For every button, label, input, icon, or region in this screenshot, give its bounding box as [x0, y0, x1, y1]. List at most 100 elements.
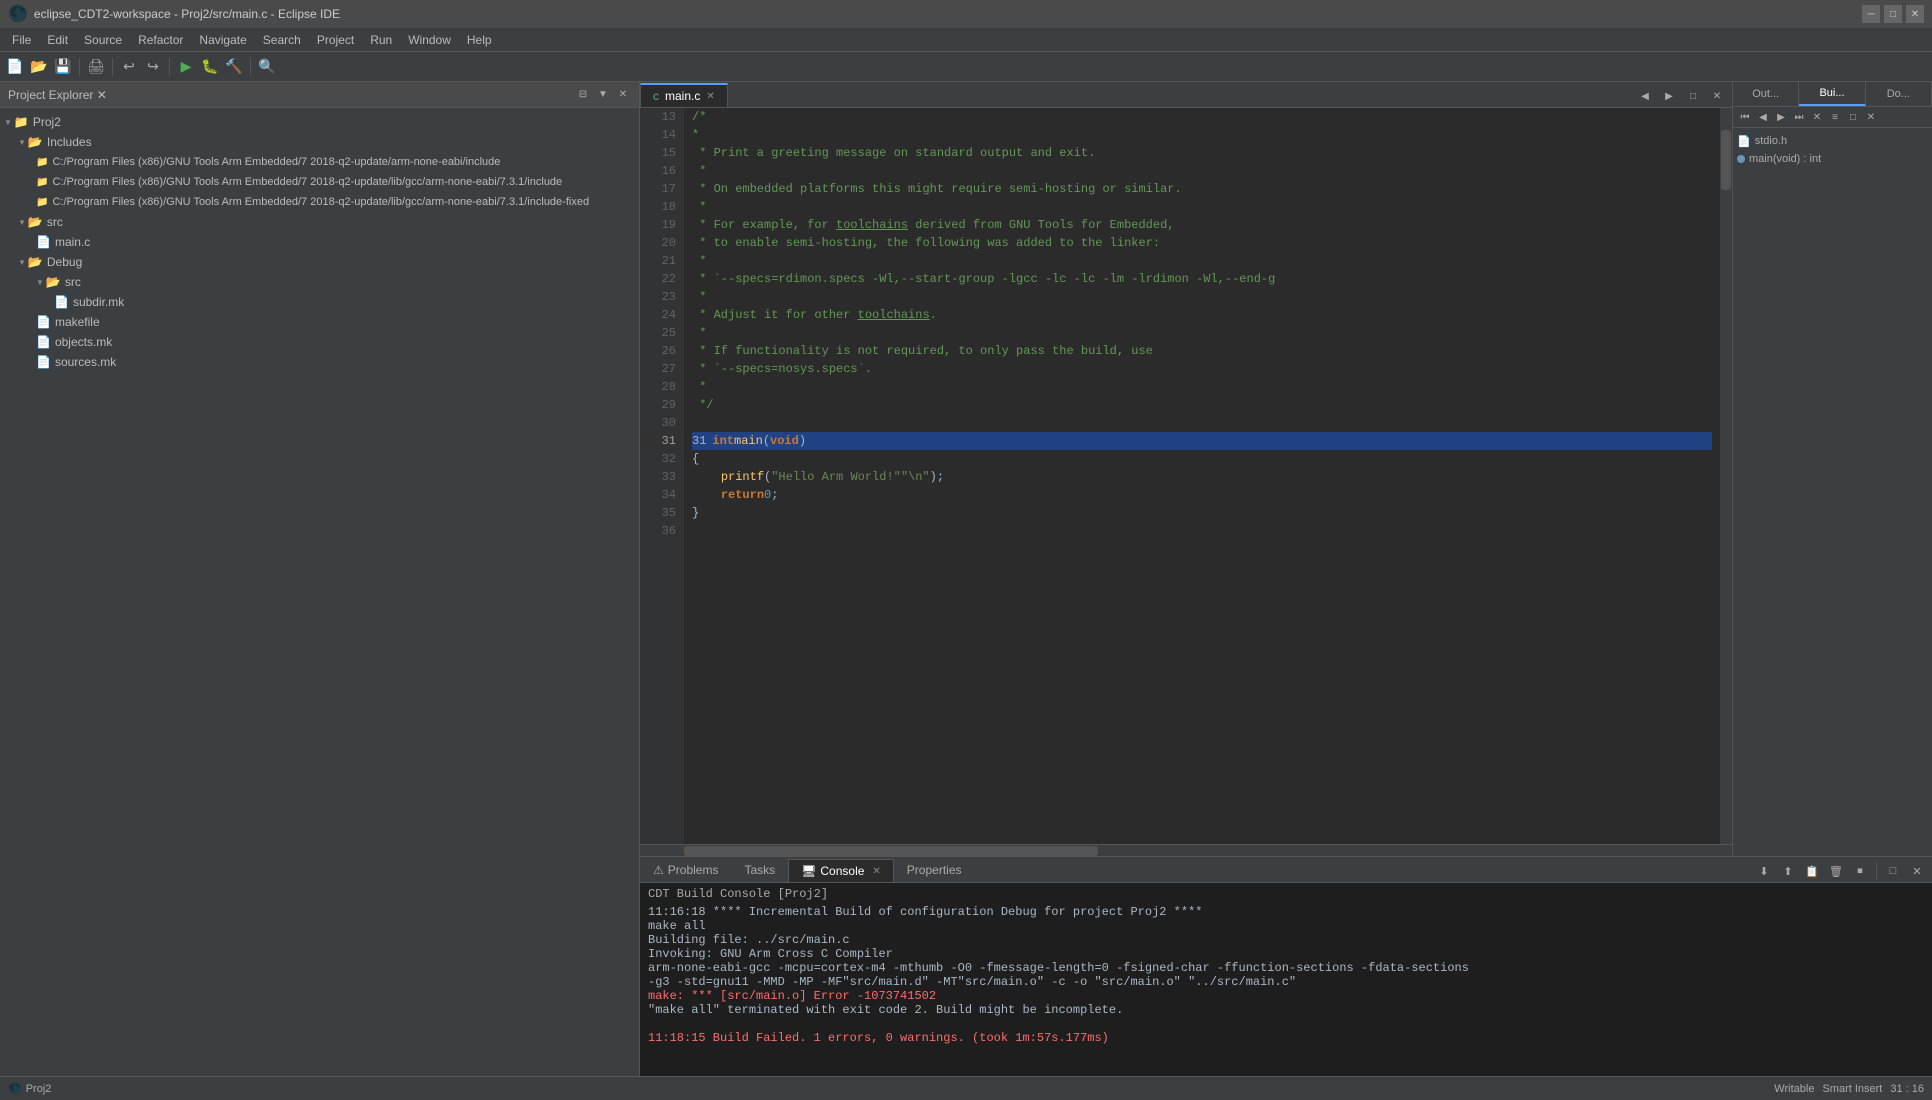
- console-line-10: 11:18:15 Build Failed. 1 errors, 0 warni…: [648, 1031, 1924, 1045]
- makefile-label: makefile: [55, 315, 100, 329]
- tree-inc3[interactable]: 📁 C:/Program Files (x86)/GNU Tools Arm E…: [0, 192, 639, 212]
- bottom-tab-console[interactable]: 🖥 Console ✕: [788, 859, 894, 882]
- src-expand-icon: ▼: [18, 218, 26, 227]
- rp-tb-btn6[interactable]: ≡: [1827, 109, 1843, 125]
- editor-scroll-right[interactable]: ▶: [1658, 85, 1680, 107]
- menu-edit[interactable]: Edit: [39, 31, 76, 49]
- inc2-icon: 📁: [36, 177, 48, 188]
- rp-tb-close[interactable]: ✕: [1863, 109, 1879, 125]
- proj2-icon: 📁: [14, 115, 29, 129]
- console-tb-5[interactable]: ⏹: [1849, 860, 1871, 882]
- tree-inc1[interactable]: 📁 C:/Program Files (x86)/GNU Tools Arm E…: [0, 152, 639, 172]
- pe-close[interactable]: ✕: [615, 87, 631, 103]
- code-line-16: *: [692, 162, 1712, 180]
- tasks-label: Tasks: [744, 863, 775, 877]
- editor-close[interactable]: ✕: [1706, 85, 1728, 107]
- menu-help[interactable]: Help: [459, 31, 500, 49]
- tree-objectsmk[interactable]: 📄 objects.mk: [0, 332, 639, 352]
- rp-tb-btn1[interactable]: ⏮: [1737, 109, 1753, 125]
- menu-navigate[interactable]: Navigate: [191, 31, 254, 49]
- tb-redo[interactable]: ↪: [142, 56, 164, 78]
- console-icon: 🖥: [801, 864, 816, 878]
- right-tab-outline[interactable]: Out...: [1733, 82, 1799, 106]
- tab-mainc-close[interactable]: ✕: [706, 91, 714, 102]
- tb-search[interactable]: 🔍: [256, 56, 278, 78]
- code-line-27: * `--specs=nosys.specs`.: [692, 360, 1712, 378]
- tree-debug[interactable]: ▼ 📂 Debug: [0, 252, 639, 272]
- right-tab-doc[interactable]: Do...: [1866, 82, 1932, 106]
- tb-sep4: [250, 58, 251, 76]
- console-tb-1[interactable]: ⬇: [1753, 860, 1775, 882]
- line-num-16: 16: [640, 162, 684, 180]
- tree-debug-src[interactable]: ▼ 📂 src: [0, 272, 639, 292]
- rp-tb-btn3[interactable]: ▶: [1773, 109, 1789, 125]
- menu-run[interactable]: Run: [362, 31, 400, 49]
- console-tb-4[interactable]: 🗑: [1825, 860, 1847, 882]
- tree-src[interactable]: ▼ 📂 src: [0, 212, 639, 232]
- console-tb-3[interactable]: 📋: [1801, 860, 1823, 882]
- menu-search[interactable]: Search: [255, 31, 309, 49]
- right-item-stdio[interactable]: 📄 stdio.h: [1737, 132, 1928, 150]
- close-button[interactable]: ✕: [1906, 5, 1924, 23]
- makefile-icon: 📄: [36, 315, 51, 329]
- tree-makefile[interactable]: 📄 makefile: [0, 312, 639, 332]
- tree-subdirmk[interactable]: 📄 subdir.mk: [0, 292, 639, 312]
- editor-maximize[interactable]: □: [1682, 85, 1704, 107]
- line-num-14: 14: [640, 126, 684, 144]
- line-num-30: 30: [640, 414, 684, 432]
- right-panel-tabs: Out... Bui... Do...: [1733, 82, 1932, 107]
- tb-debug[interactable]: 🐛: [199, 56, 221, 78]
- tb-new[interactable]: 📄: [4, 56, 26, 78]
- menu-project[interactable]: Project: [309, 31, 362, 49]
- console-close[interactable]: ✕: [872, 866, 880, 877]
- toolbar: 📄 📂 💾 🖨 ↩ ↪ ▶ 🐛 🔨 🔍: [0, 52, 1932, 82]
- tree-includes[interactable]: ▼ 📂 Includes: [0, 132, 639, 152]
- line-num-26: 26: [640, 342, 684, 360]
- rp-tb-btn2[interactable]: ◀: [1755, 109, 1771, 125]
- console-maximize[interactable]: □: [1882, 860, 1904, 882]
- code-line-25: *: [692, 324, 1712, 342]
- right-tab-build[interactable]: Bui...: [1799, 82, 1865, 106]
- tb-open[interactable]: 📂: [28, 56, 50, 78]
- pe-collapse-all[interactable]: ⊟: [575, 87, 591, 103]
- console-line-5: arm-none-eabi-gcc -mcpu=cortex-m4 -mthum…: [648, 961, 1924, 975]
- minimize-button[interactable]: ─: [1862, 5, 1880, 23]
- editor-scrollbar[interactable]: [1720, 108, 1732, 844]
- rp-tb-btn5[interactable]: ✕: [1809, 109, 1825, 125]
- console-tb-2[interactable]: ⬆: [1777, 860, 1799, 882]
- line-num-17: 17: [640, 180, 684, 198]
- bottom-tab-tasks[interactable]: Tasks: [731, 858, 788, 882]
- line-num-15: 15: [640, 144, 684, 162]
- rp-tb-btn4[interactable]: ⏭: [1791, 109, 1807, 125]
- editor-scroll-left[interactable]: ◀: [1634, 85, 1656, 107]
- menu-window[interactable]: Window: [400, 31, 459, 49]
- console-close-btn[interactable]: ✕: [1906, 860, 1928, 882]
- tree-mainc[interactable]: 📄 main.c: [0, 232, 639, 252]
- right-item-main[interactable]: main(void) : int: [1737, 150, 1928, 168]
- tb-run[interactable]: ▶: [175, 56, 197, 78]
- bottom-tab-problems[interactable]: ⚠ Problems: [640, 858, 731, 882]
- code-line-19: * For example, for toolchains derived fr…: [692, 216, 1712, 234]
- pe-menu[interactable]: ▼: [595, 87, 611, 103]
- code-line-24: * Adjust it for other toolchains.: [692, 306, 1712, 324]
- menu-file[interactable]: File: [4, 31, 39, 49]
- line-num-18: 18: [640, 198, 684, 216]
- rp-tb-expand[interactable]: □: [1845, 109, 1861, 125]
- code-editor[interactable]: /* * * Print a greeting message on stand…: [684, 108, 1720, 844]
- editor-hscrollbar[interactable]: [640, 844, 1732, 856]
- bottom-tab-properties[interactable]: Properties: [894, 858, 975, 882]
- menu-refactor[interactable]: Refactor: [130, 31, 191, 49]
- tree-sourcesmk[interactable]: 📄 sources.mk: [0, 352, 639, 372]
- debug-label: Debug: [47, 255, 82, 269]
- tree-proj2[interactable]: ▼ 📁 Proj2: [0, 112, 639, 132]
- menu-source[interactable]: Source: [76, 31, 130, 49]
- tab-mainc[interactable]: c main.c ✕: [640, 83, 728, 107]
- maximize-button[interactable]: □: [1884, 5, 1902, 23]
- right-item-stdio-icon: 📄: [1737, 135, 1751, 148]
- tb-save[interactable]: 💾: [52, 56, 74, 78]
- tb-build[interactable]: 🔨: [223, 56, 245, 78]
- tree-inc2[interactable]: 📁 C:/Program Files (x86)/GNU Tools Arm E…: [0, 172, 639, 192]
- console-line-2: make all: [648, 919, 1924, 933]
- tb-print[interactable]: 🖨: [85, 56, 107, 78]
- tb-undo[interactable]: ↩: [118, 56, 140, 78]
